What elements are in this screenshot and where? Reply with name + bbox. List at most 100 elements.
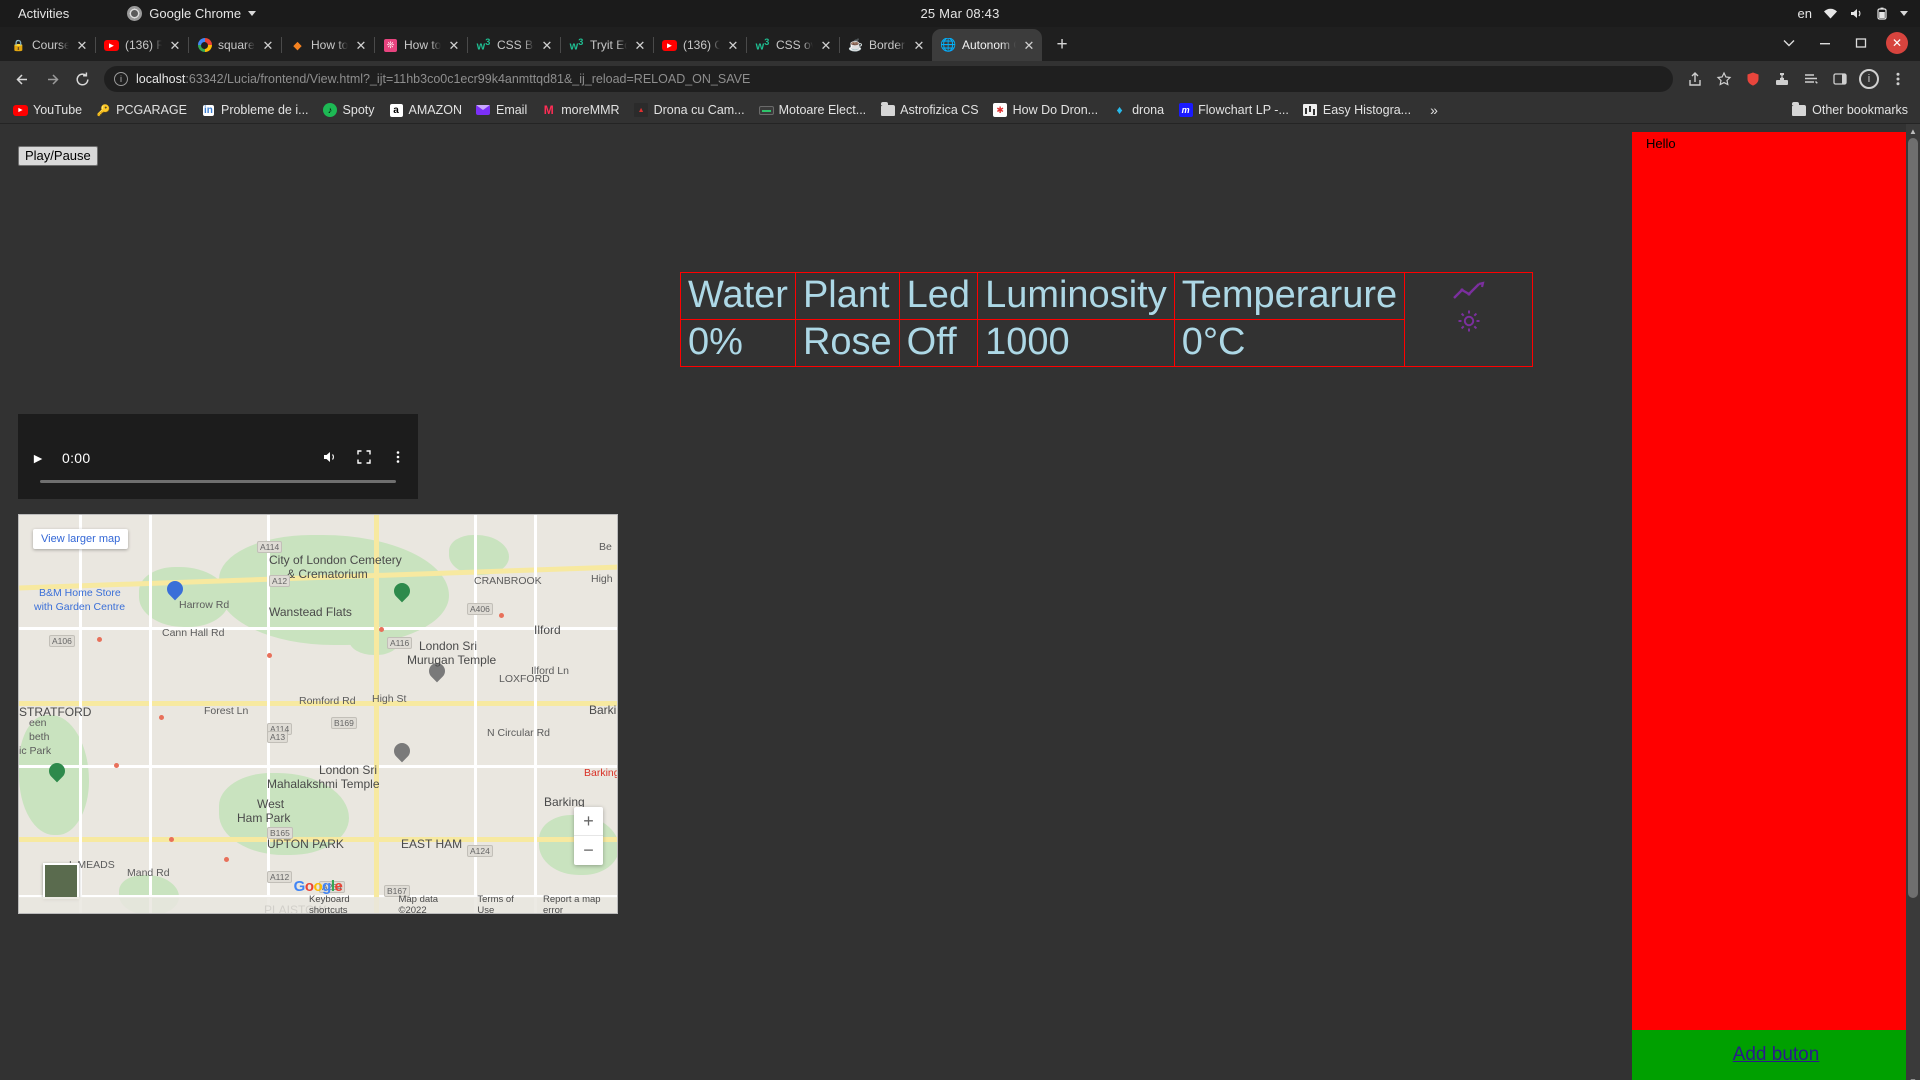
- tab-close-icon[interactable]: ✕: [726, 38, 740, 52]
- side-panel-icon[interactable]: [1826, 65, 1854, 93]
- map-satellite-thumbnail[interactable]: [43, 863, 79, 899]
- browser-tab[interactable]: ❊ How to Create ✕: [374, 29, 467, 61]
- browser-tab[interactable]: 🔒 Course: 21/22 ✕: [2, 29, 95, 61]
- star-icon[interactable]: [1710, 65, 1738, 93]
- map-pin[interactable]: [390, 739, 414, 763]
- new-tab-button[interactable]: +: [1048, 31, 1076, 59]
- system-clock[interactable]: 25 Mar 08:43: [920, 6, 999, 21]
- chevron-down-icon[interactable]: [1900, 11, 1908, 16]
- map-poi-dot[interactable]: [499, 613, 504, 618]
- profile-avatar-icon[interactable]: i: [1855, 65, 1883, 93]
- map-poi-dot[interactable]: [379, 627, 384, 632]
- map-poi-dot[interactable]: [267, 653, 272, 658]
- scroll-down-arrow-icon[interactable]: ▼: [1906, 1074, 1920, 1080]
- google-maps-embed[interactable]: View larger map City of London Cemetery &…: [18, 514, 618, 914]
- address-bar[interactable]: i localhost:63342/Lucia/frontend/View.ht…: [104, 66, 1673, 92]
- bookmark-item[interactable]: Astrofizica CS: [873, 101, 986, 120]
- volume-icon[interactable]: [320, 450, 340, 467]
- map-poi-dot[interactable]: [159, 715, 164, 720]
- info-icon[interactable]: i: [114, 72, 128, 86]
- tab-close-icon[interactable]: ✕: [261, 38, 275, 52]
- zoom-in-button[interactable]: +: [574, 807, 603, 836]
- browser-tab[interactable]: ☕ Border in asid ✕: [839, 29, 932, 61]
- close-window-button[interactable]: ✕: [1880, 29, 1914, 57]
- map-poi-dot[interactable]: [169, 837, 174, 842]
- map-pin[interactable]: [390, 579, 414, 603]
- bookmark-item[interactable]: Easy Histogra...: [1296, 101, 1418, 120]
- page-scrollbar[interactable]: ▲ ▼: [1906, 124, 1920, 1080]
- bookmark-item[interactable]: a AMAZON: [382, 101, 469, 120]
- bookmark-item[interactable]: 🔑 PCGARAGE: [89, 101, 194, 120]
- scrollbar-thumb[interactable]: [1908, 138, 1918, 898]
- chevron-down-icon[interactable]: [248, 11, 257, 16]
- maximize-button[interactable]: [1844, 29, 1878, 57]
- video-progress-bar[interactable]: [40, 480, 396, 483]
- forward-button[interactable]: [38, 65, 66, 93]
- keyboard-shortcuts-link[interactable]: Keyboard shortcuts: [309, 894, 384, 913]
- bookmark-item[interactable]: ► YouTube: [6, 101, 89, 120]
- bookmark-item[interactable]: Motoare Elect...: [752, 101, 874, 120]
- browser-tab[interactable]: w3 CSS Border Co ✕: [467, 29, 560, 61]
- video-player[interactable]: ► 0:00: [18, 414, 418, 499]
- reading-list-icon[interactable]: [1797, 65, 1825, 93]
- tab-close-icon[interactable]: ✕: [75, 38, 89, 52]
- tab-close-icon[interactable]: ✕: [168, 38, 182, 52]
- bookmark-item[interactable]: ▲ Drona cu Cam...: [627, 101, 752, 120]
- tab-close-icon[interactable]: ✕: [912, 38, 926, 52]
- tab-search-button[interactable]: [1772, 29, 1806, 57]
- active-app-menu[interactable]: Google Chrome: [127, 6, 257, 21]
- browser-tab[interactable]: w3 CSS overflow ✕: [746, 29, 839, 61]
- browser-tab[interactable]: ► (136) Rabbit R ✕: [95, 29, 188, 61]
- other-bookmarks-folder[interactable]: Other bookmarks: [1784, 101, 1914, 120]
- bookmark-item[interactable]: ♦ drona: [1105, 101, 1171, 120]
- report-map-error-link[interactable]: Report a map error: [543, 894, 617, 913]
- add-button-link[interactable]: Add buton: [1733, 1044, 1820, 1066]
- bookmark-item[interactable]: m Flowchart LP -...: [1171, 101, 1296, 120]
- keyboard-layout-label[interactable]: en: [1798, 6, 1812, 21]
- reload-button[interactable]: [68, 65, 96, 93]
- system-status-area[interactable]: en: [1798, 6, 1908, 21]
- bookmark-item[interactable]: ♪ Spoty: [316, 101, 382, 120]
- bookmark-item[interactable]: in Probleme de i...: [194, 101, 316, 120]
- chart-line-icon[interactable]: [1452, 281, 1486, 301]
- browser-tab[interactable]: ► (136) CSS Tabl ✕: [653, 29, 746, 61]
- tab-close-icon[interactable]: ✕: [1022, 38, 1036, 52]
- map-pin[interactable]: [45, 759, 69, 783]
- map-poi-dot[interactable]: [97, 637, 102, 642]
- tab-close-icon[interactable]: ✕: [819, 38, 833, 52]
- bookmarks-overflow-button[interactable]: »: [1422, 100, 1446, 120]
- tab-close-icon[interactable]: ✕: [354, 38, 368, 52]
- map-zoom-controls[interactable]: + −: [574, 807, 603, 865]
- wifi-icon[interactable]: [1823, 7, 1838, 20]
- map-pin[interactable]: [163, 577, 187, 601]
- bookmark-item[interactable]: MmoreMMR: [534, 101, 626, 120]
- back-button[interactable]: [8, 65, 36, 93]
- puzzle-icon[interactable]: [1768, 65, 1796, 93]
- minimize-button[interactable]: [1808, 29, 1842, 57]
- activities-button[interactable]: Activities: [12, 6, 75, 21]
- browser-tab[interactable]: ◆ How to Positi ✕: [281, 29, 374, 61]
- terms-of-use-link[interactable]: Terms of Use: [477, 894, 529, 913]
- three-dot-menu-icon[interactable]: [388, 450, 408, 467]
- browser-tab[interactable]: w3 Tryit Editor v ✕: [560, 29, 653, 61]
- share-icon[interactable]: [1681, 65, 1709, 93]
- tab-close-icon[interactable]: ✕: [540, 38, 554, 52]
- map-poi-dot[interactable]: [224, 857, 229, 862]
- browser-tab-active[interactable]: 🌐 Autonom Gree ✕: [932, 29, 1042, 61]
- bookmark-item[interactable]: ✱ How Do Dron...: [986, 101, 1105, 120]
- three-dot-menu-icon[interactable]: [1884, 65, 1912, 93]
- play-pause-button[interactable]: Play/Pause: [18, 146, 98, 167]
- add-button-bar[interactable]: Add buton: [1632, 1030, 1920, 1080]
- zoom-out-button[interactable]: −: [574, 836, 603, 865]
- scroll-up-arrow-icon[interactable]: ▲: [1906, 124, 1920, 138]
- play-icon[interactable]: ►: [28, 450, 48, 466]
- tab-close-icon[interactable]: ✕: [633, 38, 647, 52]
- volume-icon[interactable]: [1849, 7, 1864, 20]
- map-poi-dot[interactable]: [114, 763, 119, 768]
- tab-close-icon[interactable]: ✕: [447, 38, 461, 52]
- bookmark-item[interactable]: Email: [469, 101, 534, 120]
- fullscreen-icon[interactable]: [354, 449, 374, 467]
- gear-icon[interactable]: [1457, 309, 1481, 333]
- view-larger-map-button[interactable]: View larger map: [33, 529, 129, 549]
- sensor-icon-cell[interactable]: [1404, 271, 1534, 368]
